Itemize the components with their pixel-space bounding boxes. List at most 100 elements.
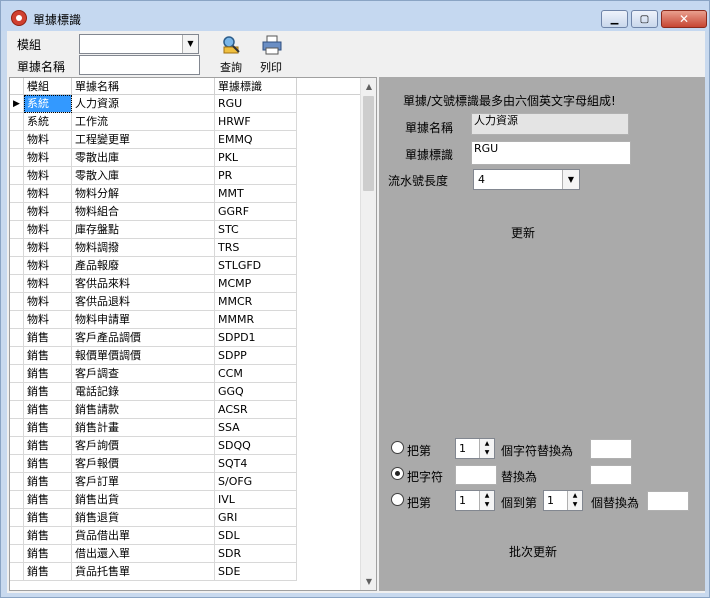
cell-doc-id[interactable]: SDL [215, 527, 297, 545]
cell-doc-id[interactable]: STLGFD [215, 257, 297, 275]
batch-option-1-spin[interactable]: 1 ▲ ▼ [455, 438, 495, 459]
cell-doc-name[interactable]: 零散出庫 [72, 149, 215, 167]
cell-doc-name[interactable]: 銷售計畫 [72, 419, 215, 437]
table-row[interactable]: 銷售 報價單價調價 SDPP [10, 347, 362, 365]
cell-doc-name[interactable]: 客戶詢價 [72, 437, 215, 455]
row-header[interactable] [10, 149, 24, 167]
row-header[interactable] [10, 203, 24, 221]
cell-doc-id[interactable]: GGQ [215, 383, 297, 401]
cell-module[interactable]: 銷售 [24, 545, 72, 563]
table-row[interactable]: 銷售 銷售計畫 SSA [10, 419, 362, 437]
table-row[interactable]: 物料 工程變更單 EMMQ [10, 131, 362, 149]
cell-doc-name[interactable]: 工作流 [72, 113, 215, 131]
row-header[interactable] [10, 113, 24, 131]
cell-doc-name[interactable]: 零散入庫 [72, 167, 215, 185]
cell-module[interactable]: 銷售 [24, 563, 72, 581]
batch-option-3-radio[interactable] [391, 493, 404, 506]
cell-module[interactable]: 銷售 [24, 437, 72, 455]
close-button[interactable]: ✕ [661, 10, 707, 28]
row-header[interactable] [10, 455, 24, 473]
cell-doc-id[interactable]: SSA [215, 419, 297, 437]
cell-module[interactable]: 物料 [24, 185, 72, 203]
cell-module[interactable]: 銷售 [24, 365, 72, 383]
cell-module[interactable]: 物料 [24, 131, 72, 149]
table-row[interactable]: 銷售 客戶詢價 SDQQ [10, 437, 362, 455]
serial-length-combo[interactable]: 4 ▼ [473, 169, 580, 190]
cell-module[interactable]: 物料 [24, 275, 72, 293]
doc-name-input[interactable] [79, 55, 200, 75]
row-header[interactable] [10, 527, 24, 545]
cell-doc-name[interactable]: 物料調撥 [72, 239, 215, 257]
cell-doc-id[interactable]: SQT4 [215, 455, 297, 473]
cell-doc-id[interactable]: GRI [215, 509, 297, 527]
cell-doc-id[interactable]: SDR [215, 545, 297, 563]
table-row[interactable]: 物料 客供品來料 MCMP [10, 275, 362, 293]
table-row[interactable]: 銷售 客戶調查 CCM [10, 365, 362, 383]
cell-doc-id[interactable]: SDQQ [215, 437, 297, 455]
table-row[interactable]: 物料 物料申請單 MMMR [10, 311, 362, 329]
column-header-module[interactable]: 模組 [24, 78, 72, 95]
batch-option-2-char-input[interactable] [455, 465, 497, 485]
row-header[interactable] [10, 437, 24, 455]
batch-update-button[interactable]: 批次更新 [509, 543, 557, 560]
cell-module[interactable]: 銷售 [24, 491, 72, 509]
scroll-down-icon[interactable]: ▼ [361, 573, 376, 590]
cell-doc-id[interactable]: SDPP [215, 347, 297, 365]
row-header[interactable] [10, 257, 24, 275]
cell-doc-id[interactable]: CCM [215, 365, 297, 383]
cell-doc-name[interactable]: 客戶報價 [72, 455, 215, 473]
print-button[interactable]: 列印 [253, 33, 289, 75]
cell-doc-id[interactable]: EMMQ [215, 131, 297, 149]
title-bar[interactable]: 單據標識 ▁ ▢ ✕ [1, 1, 709, 31]
table-row[interactable]: 物料 物料調撥 TRS [10, 239, 362, 257]
table-row[interactable]: 物料 零散出庫 PKL [10, 149, 362, 167]
column-header-doc-id[interactable]: 單據標識 [215, 78, 297, 95]
batch-option-3-spin-from[interactable]: 1 ▲ ▼ [455, 490, 495, 511]
cell-module[interactable]: 系統 [24, 95, 72, 113]
row-header[interactable] [10, 311, 24, 329]
chevron-down-icon[interactable]: ▼ [182, 35, 198, 53]
table-row[interactable]: 物料 庫存盤點 STC [10, 221, 362, 239]
scroll-thumb[interactable] [363, 96, 374, 191]
cell-doc-name[interactable]: 物料組合 [72, 203, 215, 221]
row-header[interactable] [10, 131, 24, 149]
table-row[interactable]: 銷售 客戶訂單 S/OFG [10, 473, 362, 491]
cell-doc-name[interactable]: 客戶訂單 [72, 473, 215, 491]
cell-doc-id[interactable]: SDE [215, 563, 297, 581]
cell-doc-id[interactable]: GGRF [215, 203, 297, 221]
cell-doc-name[interactable]: 產品報廢 [72, 257, 215, 275]
cell-module[interactable]: 銷售 [24, 347, 72, 365]
maximize-button[interactable]: ▢ [631, 10, 658, 28]
cell-doc-name[interactable]: 貨品托售單 [72, 563, 215, 581]
row-header[interactable] [10, 365, 24, 383]
row-header[interactable] [10, 401, 24, 419]
cell-module[interactable]: 銷售 [24, 419, 72, 437]
cell-doc-id[interactable]: MCMP [215, 275, 297, 293]
cell-module[interactable]: 銷售 [24, 527, 72, 545]
row-header[interactable] [10, 293, 24, 311]
row-header[interactable] [10, 419, 24, 437]
minimize-button[interactable]: ▁ [601, 10, 628, 28]
cell-doc-name[interactable]: 客供品來料 [72, 275, 215, 293]
table-row[interactable]: 物料 物料組合 GGRF [10, 203, 362, 221]
table-row[interactable]: 銷售 銷售退貨 GRI [10, 509, 362, 527]
table-row[interactable]: ▶ 系統 人力資源 RGU [10, 95, 362, 113]
scroll-up-icon[interactable]: ▲ [361, 78, 376, 95]
batch-option-2-replace-input[interactable] [590, 465, 632, 485]
cell-doc-name[interactable]: 銷售退貨 [72, 509, 215, 527]
cell-doc-id[interactable]: TRS [215, 239, 297, 257]
cell-doc-name[interactable]: 客戶產品調價 [72, 329, 215, 347]
table-row[interactable]: 物料 客供品退料 MMCR [10, 293, 362, 311]
cell-doc-id[interactable]: MMMR [215, 311, 297, 329]
row-header[interactable] [10, 185, 24, 203]
cell-doc-id[interactable]: S/OFG [215, 473, 297, 491]
panel-doc-id-input[interactable]: RGU [471, 141, 631, 165]
cell-doc-name[interactable]: 客戶調查 [72, 365, 215, 383]
row-header[interactable] [10, 167, 24, 185]
cell-doc-id[interactable]: HRWF [215, 113, 297, 131]
query-button[interactable]: 查詢 [213, 33, 249, 75]
batch-option-1-radio[interactable] [391, 441, 404, 454]
cell-doc-name[interactable]: 物料申請單 [72, 311, 215, 329]
row-header[interactable] [10, 509, 24, 527]
cell-doc-id[interactable]: SDPD1 [215, 329, 297, 347]
